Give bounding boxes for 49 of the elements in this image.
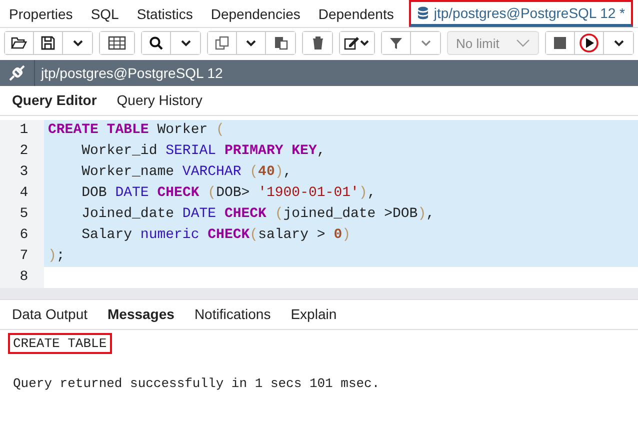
edit-button[interactable]	[340, 32, 374, 54]
search-button[interactable]	[142, 32, 171, 54]
connection-icon	[7, 62, 27, 83]
line-number: 5	[0, 204, 44, 225]
line-number: 2	[0, 140, 44, 162]
line-number: 8	[0, 266, 44, 288]
caret-icon	[180, 39, 190, 48]
filter-icon	[389, 36, 403, 50]
line-number: 6	[0, 224, 44, 246]
panel-tab[interactable]: Properties	[0, 0, 82, 28]
stop-icon	[554, 37, 566, 50]
line-number: 3	[0, 162, 44, 183]
output-tab[interactable]: Messages	[98, 306, 184, 322]
copy-icon	[215, 36, 229, 50]
caret-icon	[420, 39, 430, 48]
grid-button[interactable]	[100, 32, 134, 54]
panel-tab[interactable]: Statistics	[128, 0, 202, 28]
connection-label: jtp/postgres@PostgreSQL 12	[40, 64, 223, 81]
panel-tab[interactable]: Dependents	[309, 0, 403, 28]
line-number: 1	[0, 120, 44, 141]
message-text: CREATE TABLE	[8, 333, 112, 354]
line-number: 4	[0, 182, 44, 204]
folder-icon	[11, 36, 27, 50]
caret-icon	[614, 39, 624, 48]
caret-icon	[72, 39, 82, 48]
delete-button[interactable]	[303, 32, 332, 54]
trash-icon	[312, 36, 324, 50]
message-text: Query returned successfully in 1 secs 101 msec.	[12, 375, 381, 393]
line-number: 7	[0, 246, 44, 267]
editor-tab[interactable]: Query History	[106, 92, 212, 108]
play-icon	[579, 33, 599, 54]
chevron-down-icon	[516, 39, 530, 48]
panel-tab[interactable]: SQL	[82, 0, 128, 28]
output-tab[interactable]: Notifications	[184, 306, 281, 322]
output-tab[interactable]: Explain	[280, 306, 347, 322]
output-tab[interactable]: Data Output	[2, 306, 98, 322]
stop-button[interactable]	[546, 32, 575, 54]
caret-icon	[246, 39, 256, 48]
panel-tab[interactable]: jtp/postgres@PostgreSQL 12 *	[408, 0, 634, 28]
copy-button[interactable]	[208, 32, 237, 54]
search-icon	[149, 36, 163, 50]
open-file-button[interactable]	[5, 32, 34, 54]
paste-icon	[274, 36, 288, 50]
filter-button[interactable]	[382, 32, 411, 54]
editor-tab[interactable]: Query Editor	[2, 92, 107, 108]
edit-icon	[344, 36, 370, 50]
panel-tab[interactable]: Dependencies	[202, 0, 310, 28]
database-icon	[416, 6, 429, 20]
grid-icon	[108, 36, 126, 50]
